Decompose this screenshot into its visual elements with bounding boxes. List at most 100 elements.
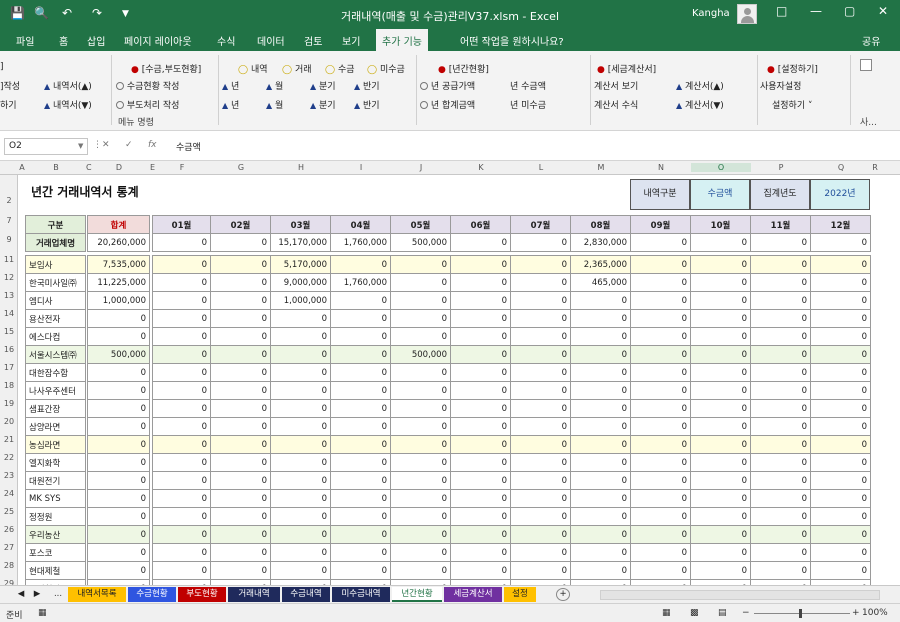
month-value[interactable]: 0 bbox=[152, 363, 211, 382]
company-total[interactable]: 0 bbox=[87, 453, 150, 472]
ribbon-item-25[interactable]: ● [세금계산서] bbox=[597, 62, 656, 75]
tab-1[interactable]: 홈 bbox=[59, 33, 68, 48]
kpi-box-2[interactable]: 집계년도 bbox=[750, 179, 810, 210]
add-in-icon[interactable] bbox=[860, 59, 872, 71]
month-value[interactable]: 0 bbox=[270, 471, 331, 490]
month-value[interactable]: 0 bbox=[510, 417, 571, 436]
month-value[interactable]: 0 bbox=[570, 345, 631, 364]
tab-7[interactable]: 보기 bbox=[342, 33, 360, 48]
month-value[interactable]: 0 bbox=[630, 471, 691, 490]
month-value[interactable]: 0 bbox=[510, 363, 571, 382]
ribbon-item-21[interactable]: 년 공급가액 bbox=[420, 79, 475, 92]
company-total[interactable]: 0 bbox=[87, 309, 150, 328]
header-month[interactable]: 01월 bbox=[152, 215, 211, 234]
header-month[interactable]: 09월 bbox=[630, 215, 691, 234]
month-value[interactable]: 0 bbox=[510, 525, 571, 544]
header-month[interactable]: 10월 bbox=[690, 215, 751, 234]
row-header-16[interactable]: 16 bbox=[0, 345, 18, 354]
total-month[interactable]: 2,830,000 bbox=[570, 233, 631, 252]
maximize-icon[interactable]: ▢ bbox=[844, 4, 855, 18]
row-header-27[interactable]: 27 bbox=[0, 543, 18, 552]
month-value[interactable]: 0 bbox=[510, 471, 571, 490]
header-month[interactable]: 04월 bbox=[330, 215, 391, 234]
month-value[interactable]: 0 bbox=[810, 255, 871, 274]
month-value[interactable]: 0 bbox=[450, 363, 511, 382]
ribbon-item-20[interactable]: ● [년간현황] bbox=[438, 62, 489, 75]
month-value[interactable]: 0 bbox=[152, 327, 211, 346]
total-month[interactable]: 0 bbox=[210, 233, 271, 252]
month-value[interactable]: 0 bbox=[750, 291, 811, 310]
month-value[interactable]: 0 bbox=[210, 291, 271, 310]
month-value[interactable]: 0 bbox=[750, 255, 811, 274]
month-value[interactable]: 0 bbox=[210, 255, 271, 274]
ribbon-item-7[interactable]: 부도처리 작성 bbox=[116, 98, 179, 111]
month-value[interactable]: 0 bbox=[152, 543, 211, 562]
month-value[interactable]: 0 bbox=[510, 543, 571, 562]
ribbon-item-27[interactable]: 계산서 수식 bbox=[594, 98, 638, 111]
ribbon-item-17[interactable]: ▲ 월 bbox=[266, 98, 283, 111]
month-value[interactable]: 0 bbox=[450, 507, 511, 526]
avatar[interactable] bbox=[737, 4, 757, 24]
company-total[interactable]: 1,000,000 bbox=[87, 291, 150, 310]
month-value[interactable]: 2,365,000 bbox=[570, 255, 631, 274]
month-value[interactable]: 0 bbox=[630, 417, 691, 436]
month-value[interactable]: 0 bbox=[390, 363, 451, 382]
month-value[interactable]: 0 bbox=[390, 381, 451, 400]
month-value[interactable]: 0 bbox=[810, 525, 871, 544]
month-value[interactable]: 0 bbox=[510, 453, 571, 472]
column-header-N[interactable]: N bbox=[631, 163, 691, 172]
month-value[interactable]: 0 bbox=[810, 273, 871, 292]
month-value[interactable]: 0 bbox=[630, 489, 691, 508]
tab-10[interactable]: 공유 bbox=[862, 33, 880, 48]
month-value[interactable]: 0 bbox=[390, 327, 451, 346]
month-value[interactable]: 0 bbox=[690, 399, 751, 418]
column-header-J[interactable]: J bbox=[391, 163, 451, 172]
month-value[interactable]: 0 bbox=[270, 453, 331, 472]
kpi-box-0[interactable]: 내역구분 bbox=[630, 179, 690, 210]
month-value[interactable]: 0 bbox=[510, 435, 571, 454]
tab-2[interactable]: 삽입 bbox=[87, 33, 105, 48]
month-value[interactable]: 0 bbox=[750, 507, 811, 526]
row-header-21[interactable]: 21 bbox=[0, 435, 18, 444]
month-value[interactable]: 0 bbox=[210, 561, 271, 580]
tab-8[interactable]: 추가 기능 bbox=[376, 29, 428, 51]
header-month[interactable]: 11월 bbox=[750, 215, 811, 234]
column-header-G[interactable]: G bbox=[211, 163, 271, 172]
header-month[interactable]: 05월 bbox=[390, 215, 451, 234]
month-value[interactable]: 0 bbox=[690, 561, 751, 580]
month-value[interactable]: 0 bbox=[270, 327, 331, 346]
tab-6[interactable]: 검토 bbox=[304, 33, 322, 48]
row-header-9[interactable]: 9 bbox=[0, 235, 18, 244]
header-month[interactable]: 07월 bbox=[510, 215, 571, 234]
ribbon-item-19[interactable]: ▲ 반기 bbox=[354, 98, 380, 111]
month-value[interactable]: 0 bbox=[270, 489, 331, 508]
company-total[interactable]: 0 bbox=[87, 561, 150, 580]
month-value[interactable]: 0 bbox=[810, 417, 871, 436]
month-value[interactable]: 0 bbox=[270, 399, 331, 418]
month-value[interactable]: 0 bbox=[450, 525, 511, 544]
month-value[interactable]: 0 bbox=[390, 291, 451, 310]
month-value[interactable]: 0 bbox=[450, 309, 511, 328]
kpi-box-3[interactable]: 2022년 bbox=[810, 179, 870, 210]
month-value[interactable]: 0 bbox=[750, 309, 811, 328]
column-header-Q[interactable]: Q bbox=[811, 163, 871, 172]
month-value[interactable]: 0 bbox=[210, 435, 271, 454]
page-layout-icon[interactable]: ▩ bbox=[690, 608, 699, 618]
ribbon-item-6[interactable]: 수금현황 작성 bbox=[116, 79, 179, 92]
header-month[interactable]: 08월 bbox=[570, 215, 631, 234]
company-total[interactable]: 11,225,000 bbox=[87, 273, 150, 292]
month-value[interactable]: 1,760,000 bbox=[330, 273, 391, 292]
header-month[interactable]: 02월 bbox=[210, 215, 271, 234]
stats-table[interactable]: 구분 합계 01월 02월 03월 04월 05월 06월 07월 08월 09월 10월 11월 12월… bbox=[25, 215, 871, 585]
month-value[interactable]: 0 bbox=[210, 489, 271, 508]
company-total[interactable]: 0 bbox=[87, 417, 150, 436]
ribbon-item-1[interactable]: ]작성 bbox=[0, 79, 20, 92]
company-name[interactable]: 에스다컴 bbox=[25, 327, 86, 346]
month-value[interactable]: 0 bbox=[210, 327, 271, 346]
ribbon-item-24[interactable]: 년 미수금 bbox=[510, 98, 546, 111]
month-value[interactable]: 0 bbox=[210, 525, 271, 544]
row-header-12[interactable]: 12 bbox=[0, 273, 18, 282]
zoom-slider[interactable] bbox=[754, 613, 850, 614]
sheet-tab-0[interactable]: ... bbox=[50, 587, 66, 602]
company-total[interactable]: 0 bbox=[87, 507, 150, 526]
